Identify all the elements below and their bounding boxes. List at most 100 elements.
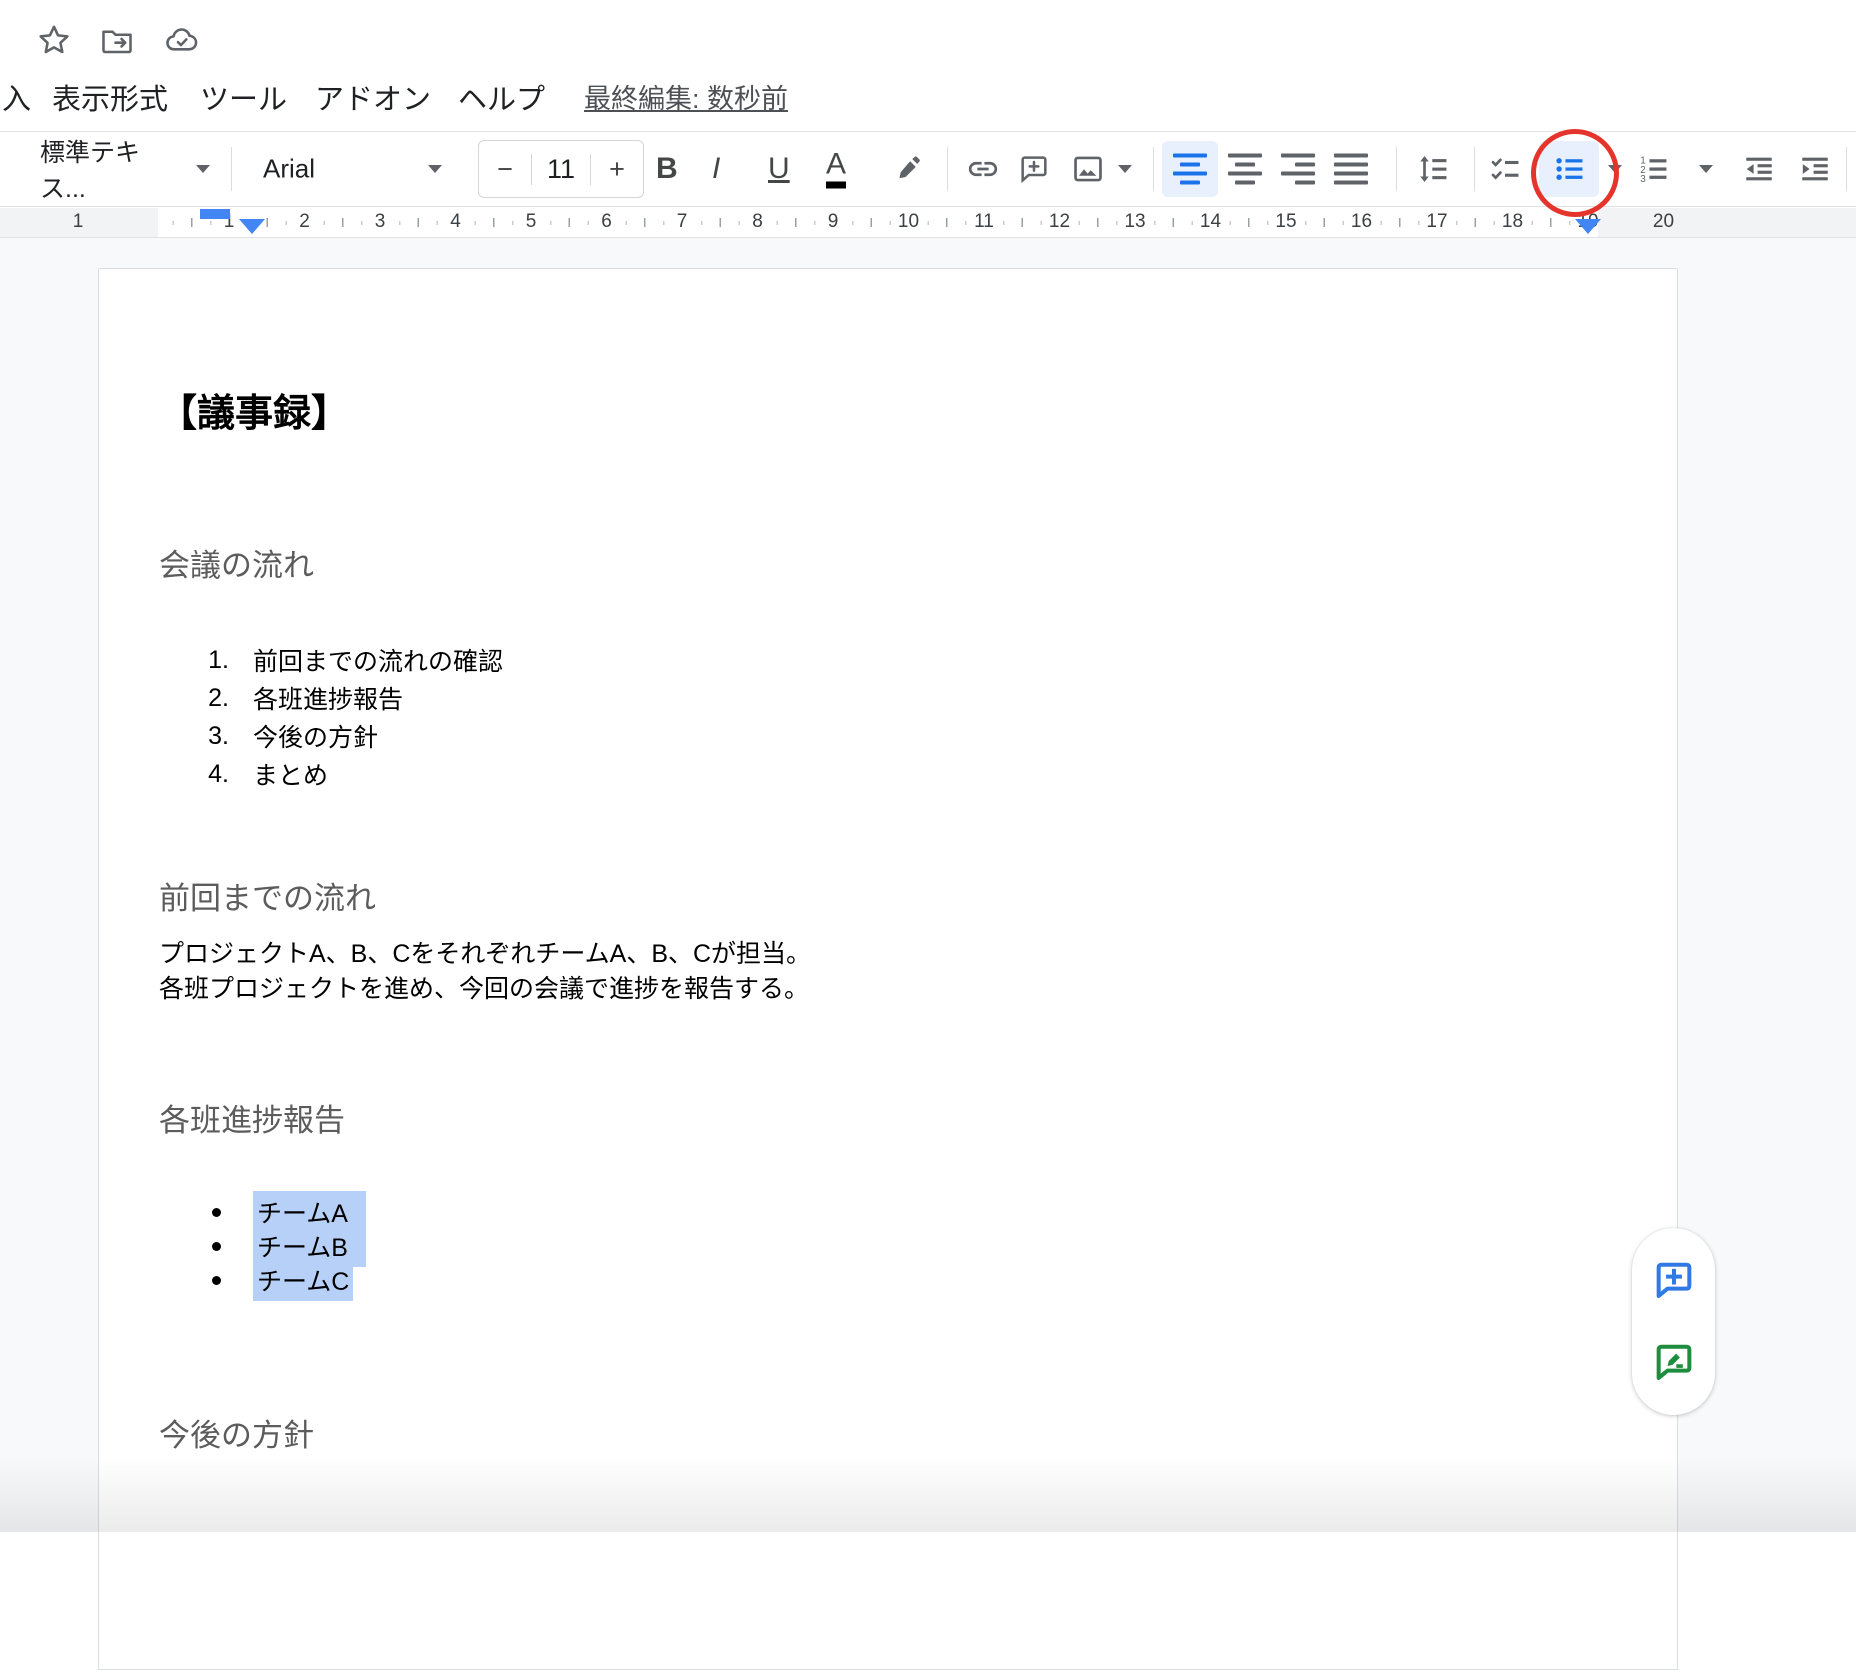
list-item[interactable]: 4. まとめ [195,755,503,793]
ruler-number: 9 [828,211,839,233]
font-size-control: − 11 + [478,140,644,198]
paragraph-line[interactable]: プロジェクトA、B、CをそれぞれチームA、B、Cが担当。 [159,937,811,972]
ruler-margin-number: 1 [73,211,84,233]
ruler-number: 2 [299,211,310,233]
toolbar-divider [1474,147,1475,191]
heading-future-policy[interactable]: 今後の方針 [159,1410,314,1455]
toolbar-divider [231,147,232,191]
selected-text[interactable]: チームC [253,1259,353,1301]
ruler-number: 10 [898,211,919,233]
heading-progress-report[interactable]: 各班進捗報告 [159,1095,345,1140]
list-item[interactable]: 2. 各班進捗報告 [195,679,503,717]
align-left-icon[interactable] [1173,154,1207,185]
paragraph-line[interactable]: 各班プロジェクトを進め、今回の会議で進捗を報告する。 [159,972,811,1007]
ruler-number: 17 [1426,211,1447,233]
menu-item-help[interactable]: ヘルプ [458,76,545,118]
indent-icon[interactable] [1793,147,1837,191]
ruler-number: 4 [450,211,461,233]
last-edit-link[interactable]: 最終編集: 数秒前 [584,77,788,116]
ruler-number: 13 [1124,211,1145,233]
toolbar-divider [1396,147,1397,191]
list-item-text[interactable]: 今後の方針 [253,718,378,754]
chevron-down-icon[interactable] [196,165,210,173]
line-spacing-icon[interactable] [1411,147,1455,191]
numbered-list-icon[interactable]: 123 [1631,147,1675,191]
insert-image-icon[interactable] [1066,147,1110,191]
bold-button[interactable]: B [656,152,696,186]
bullet-icon [204,1208,228,1217]
chevron-down-icon[interactable] [428,165,442,173]
justify-icon[interactable] [1334,154,1368,185]
bullet-icon [204,1242,228,1251]
ruler-number: 18 [1502,211,1523,233]
bullet-icon [204,1276,228,1285]
side-action-pill [1632,1228,1715,1415]
heading-previous-flow[interactable]: 前回までの流れ [159,873,376,918]
document-canvas: 【議事録】 会議の流れ 1. 前回までの流れの確認 2. 各班進捗報告 3. 今… [0,238,1856,1532]
checklist-icon[interactable] [1483,147,1527,191]
toolbar-divider [947,147,948,191]
align-right-icon[interactable] [1281,154,1315,185]
toolbar-divider [1153,147,1154,191]
star-icon[interactable] [36,22,72,58]
menu-item-insert-partial[interactable]: 入 [2,76,31,118]
add-comment-icon[interactable] [1651,1258,1697,1304]
italic-button[interactable]: I [712,152,752,186]
text-color-button[interactable]: A [826,150,866,189]
list-item[interactable]: チームC [204,1263,366,1297]
chevron-down-icon[interactable] [1699,165,1713,173]
text-color-letter: A [826,150,846,189]
paragraph-style-dropdown[interactable]: 標準テキス... [40,133,178,205]
right-indent-marker[interactable] [1575,219,1601,234]
ruler-number: 15 [1275,211,1296,233]
document-title[interactable]: 【議事録】 [159,382,349,437]
list-item-text[interactable]: まとめ [253,756,328,792]
list-item[interactable]: チームA [204,1195,366,1229]
list-number: 2. [195,684,229,713]
cloud-saved-icon[interactable] [162,22,202,58]
chevron-down-icon[interactable] [1118,165,1132,173]
body-paragraph[interactable]: プロジェクトA、B、CをそれぞれチームA、B、Cが担当。 各班プロジェクトを進め… [159,937,811,1007]
agenda-numbered-list[interactable]: 1. 前回までの流れの確認 2. 各班進捗報告 3. 今後の方針 4. まとめ [195,641,503,793]
left-indent-marker[interactable] [239,219,265,234]
ruler-number: 8 [752,211,763,233]
list-number: 3. [195,722,229,751]
suggest-edit-icon[interactable] [1651,1340,1697,1386]
first-line-indent-marker[interactable] [200,209,230,219]
align-center-icon[interactable] [1228,154,1262,185]
menu-bar: 入 表示形式 ツール アドオン ヘルプ 最終編集: 数秒前 [0,76,1856,110]
menu-item-tools[interactable]: ツール [200,76,287,118]
ruler-number: 11 [974,211,994,233]
font-dropdown[interactable]: Arial [263,154,315,185]
ruler-number: 16 [1351,211,1372,233]
increase-font-size-button[interactable]: + [591,154,643,185]
outdent-icon[interactable] [1737,147,1781,191]
menu-item-addons[interactable]: アドオン [315,76,431,118]
ruler-number: 3 [375,211,386,233]
list-item[interactable]: 3. 今後の方針 [195,717,503,755]
ruler-number: 20 [1653,211,1674,233]
teams-bulleted-list[interactable]: チームA チームB チームC [204,1195,366,1297]
chevron-down-icon[interactable] [1608,165,1622,173]
underline-button[interactable]: U [768,152,808,186]
ruler-number: 6 [601,211,612,233]
list-number: 4. [195,760,229,789]
heading-meeting-flow[interactable]: 会議の流れ [159,540,314,585]
document-page[interactable]: 【議事録】 会議の流れ 1. 前回までの流れの確認 2. 各班進捗報告 3. 今… [98,268,1678,1670]
add-comment-icon[interactable] [1012,147,1056,191]
toolbar: 標準テキス... Arial − 11 + B I U A 123 [0,131,1856,207]
font-size-value[interactable]: 11 [531,154,591,185]
list-item[interactable]: 1. 前回までの流れの確認 [195,641,503,679]
list-number: 1. [195,646,229,675]
ruler[interactable]: 1 1234567891011121314151617181920 [0,208,1856,238]
menu-item-format[interactable]: 表示形式 [52,76,168,118]
list-item[interactable]: チームB [204,1229,366,1263]
move-folder-icon[interactable] [98,22,136,58]
list-item-text[interactable]: 各班進捗報告 [253,680,403,716]
list-item-text[interactable]: 前回までの流れの確認 [253,642,503,678]
decrease-font-size-button[interactable]: − [479,154,531,185]
link-icon[interactable] [961,147,1005,191]
ruler-number: 14 [1200,211,1221,233]
bulleted-list-icon[interactable] [1547,147,1591,191]
highlighter-icon[interactable] [886,147,930,191]
